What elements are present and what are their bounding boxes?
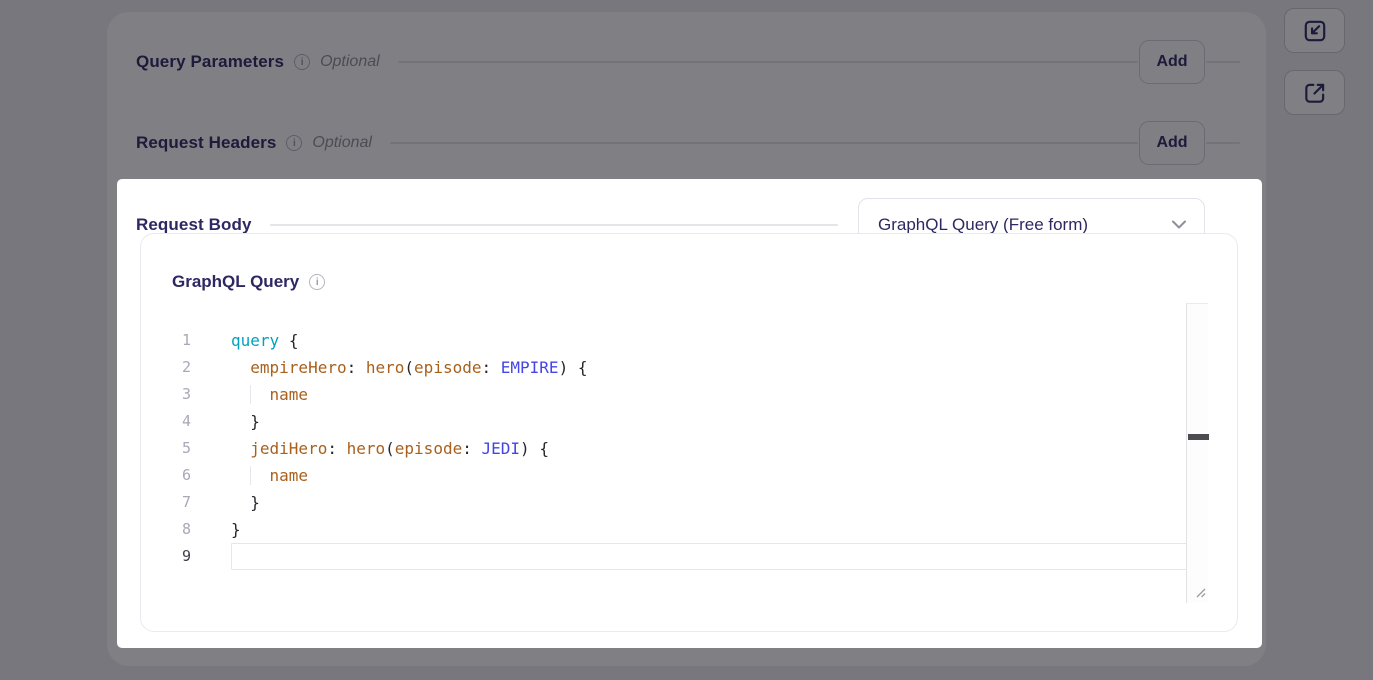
graphql-editor-panel: GraphQL Query i 123456789 query { empire… (140, 233, 1238, 632)
code-editor[interactable]: 123456789 query { empireHero: hero(episo… (141, 303, 1208, 603)
collapse-editor-button[interactable] (1284, 8, 1345, 53)
code-line[interactable]: empireHero: hero(episode: EMPIRE) { (231, 354, 1186, 381)
graphql-query-label-row: GraphQL Query i (172, 272, 325, 292)
request-headers-title: Request Headers (136, 133, 276, 153)
chevron-down-icon (1172, 220, 1186, 229)
code-line[interactable]: query { (231, 327, 1186, 354)
divider (270, 224, 839, 226)
optional-label: Optional (320, 53, 380, 71)
divider (1206, 61, 1240, 63)
line-number-gutter: 123456789 (141, 327, 191, 570)
code-line[interactable] (231, 543, 1208, 570)
optional-label: Optional (312, 134, 372, 152)
body-type-select-value: GraphQL Query (Free form) (878, 215, 1088, 235)
graphql-query-label: GraphQL Query (172, 272, 299, 292)
page-background: Query Parameters i Optional Add Request … (0, 0, 1373, 680)
request-body-title: Request Body (136, 215, 252, 235)
line-number: 7 (141, 489, 191, 516)
editor-scrollbar[interactable] (1186, 303, 1208, 603)
code-line[interactable]: name (231, 462, 1186, 489)
divider (398, 61, 1138, 63)
line-number: 8 (141, 516, 191, 543)
code-line[interactable]: } (231, 516, 1186, 543)
request-headers-row: Request Headers i Optional Add (136, 121, 1240, 165)
line-number: 3 (141, 381, 191, 408)
collapse-arrow-icon (1302, 18, 1328, 44)
code-line[interactable]: } (231, 489, 1186, 516)
query-parameters-row: Query Parameters i Optional Add (136, 40, 1240, 84)
add-request-header-button[interactable]: Add (1139, 121, 1205, 165)
code-lines[interactable]: query { empireHero: hero(episode: EMPIRE… (231, 327, 1186, 570)
code-line[interactable]: jediHero: hero(episode: JEDI) { (231, 435, 1186, 462)
line-number: 2 (141, 354, 191, 381)
http-request-card: Query Parameters i Optional Add Request … (107, 12, 1266, 666)
divider (390, 142, 1138, 144)
line-number: 1 (141, 327, 191, 354)
resize-handle-icon[interactable] (1193, 585, 1207, 599)
code-line[interactable]: } (231, 408, 1186, 435)
add-query-parameter-button[interactable]: Add (1139, 40, 1205, 84)
line-number: 6 (141, 462, 191, 489)
info-icon[interactable]: i (309, 274, 325, 290)
external-link-icon (1302, 80, 1328, 106)
info-icon[interactable]: i (286, 135, 302, 151)
line-number: 4 (141, 408, 191, 435)
divider (1206, 142, 1240, 144)
scrollbar-thumb[interactable] (1188, 434, 1209, 440)
code-line[interactable]: name (231, 381, 1186, 408)
line-number: 9 (141, 543, 191, 570)
line-number: 5 (141, 435, 191, 462)
query-parameters-title: Query Parameters (136, 52, 284, 72)
open-external-button[interactable] (1284, 70, 1345, 115)
info-icon[interactable]: i (294, 54, 310, 70)
